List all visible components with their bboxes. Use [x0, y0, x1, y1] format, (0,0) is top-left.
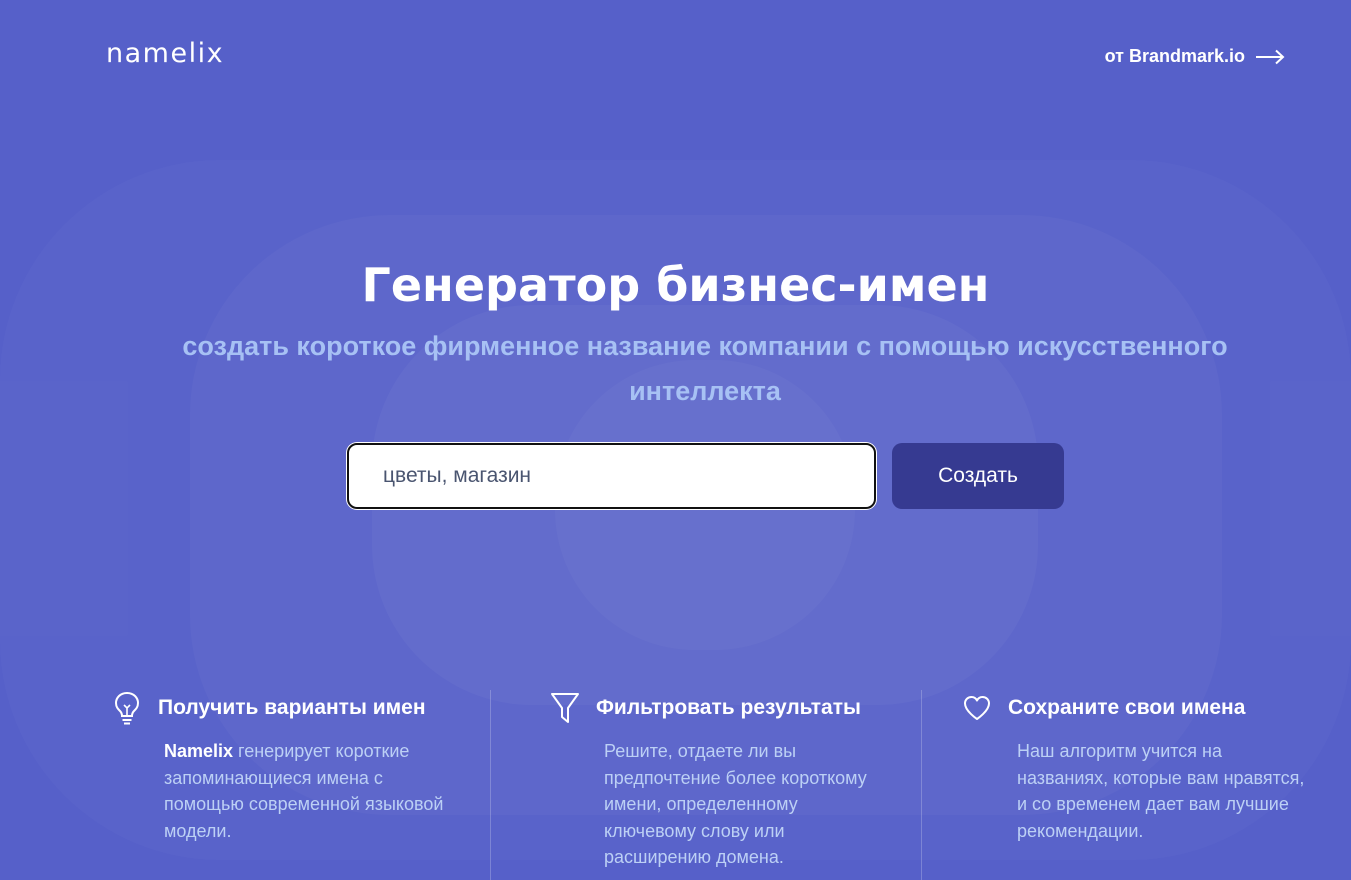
feature-description: Решите, отдаете ли вы предпочтение более… — [604, 741, 867, 868]
arrow-right-icon — [1256, 49, 1285, 64]
feature-brand-name: Namelix — [164, 741, 234, 761]
column-divider — [921, 690, 922, 880]
page-subtitle: создать короткое фирменное название комп… — [182, 331, 1228, 406]
lightbulb-icon — [114, 691, 140, 725]
feature-title: Фильтровать результаты — [596, 696, 861, 719]
brandmark-link-label: от Brandmark.io — [1104, 46, 1245, 66]
logo[interactable]: namelix — [106, 38, 224, 69]
feature-title: Получить варианты имен — [158, 696, 426, 719]
search-box — [347, 443, 876, 509]
page-title: Генератор бизнес-имен — [361, 258, 990, 312]
filter-icon — [551, 693, 579, 723]
feature-save-names: Сохраните свои имена Наш алгоритм учится… — [962, 690, 1332, 844]
column-divider — [490, 690, 491, 880]
feature-description: Namelix генерирует короткие запоминающие… — [164, 738, 454, 844]
feature-get-names: Получить варианты имен Namelix генерируе… — [112, 690, 482, 844]
feature-filter-results: Фильтровать результаты Решите, отдаете л… — [550, 690, 910, 871]
create-button[interactable]: Создать — [892, 443, 1064, 509]
keywords-input[interactable] — [349, 445, 874, 507]
brandmark-link[interactable]: от Brandmark.io — [1105, 46, 1285, 67]
feature-description: Наш алгоритм учится на названиях, которы… — [1017, 741, 1305, 841]
heart-icon — [964, 696, 990, 720]
feature-title: Сохраните свои имена — [1008, 696, 1246, 719]
